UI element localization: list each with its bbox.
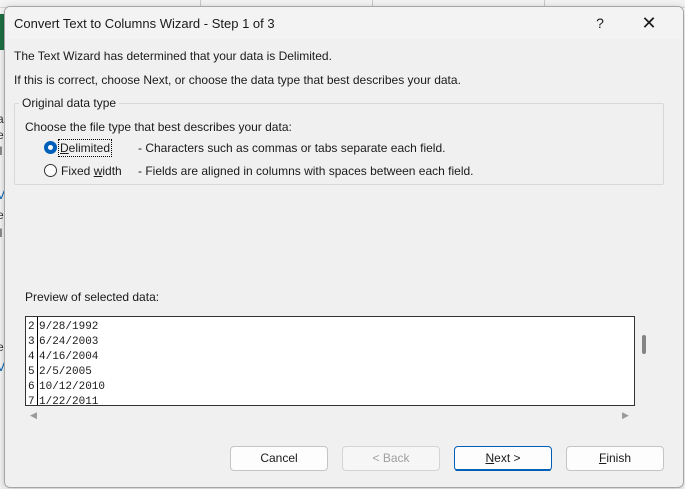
intro-instructions-text: If this is correct, choose Next, or choo… (14, 73, 461, 87)
preview-row-number: 4 (28, 351, 35, 363)
fixed-width-description: - Fields are aligned in columns with spa… (138, 164, 474, 178)
dialog-titlebar[interactable]: Convert Text to Columns Wizard - Step 1 … (5, 7, 683, 39)
preview-row-number: 7 (28, 396, 35, 406)
finish-button[interactable]: Finish (566, 446, 664, 471)
file-type-prompt: Choose the file type that best describes… (25, 120, 292, 134)
fixed-width-radio[interactable] (44, 164, 57, 177)
cancel-button[interactable]: Cancel (230, 446, 328, 471)
dialog-title: Convert Text to Columns Wizard - Step 1 … (14, 16, 275, 31)
delimited-radio-label[interactable]: Delimited (57, 139, 113, 157)
scroll-left-arrow-icon[interactable]: ◀ (30, 410, 37, 421)
preview-row-number: 5 (28, 366, 35, 378)
preview-cell: 4/16/2004 (39, 351, 99, 363)
preview-cell: 10/12/2010 (39, 381, 106, 393)
help-button[interactable]: ? (589, 13, 611, 33)
accelerator-key: N (485, 451, 495, 465)
preview-cell: 6/24/2003 (39, 336, 99, 348)
preview-cell: 2/5/2005 (39, 366, 92, 378)
preview-row-number: 2 (28, 321, 35, 333)
text-to-columns-dialog: Convert Text to Columns Wizard - Step 1 … (4, 6, 684, 488)
data-preview-pane[interactable]: 2 9/28/1992 3 6/24/2003 4 4/16/2004 5 2/5/20… (25, 316, 635, 406)
delimited-radio[interactable] (44, 141, 57, 154)
intro-detected-text: The Text Wizard has determined that your… (14, 49, 332, 63)
preview-cell: 9/28/1992 (39, 321, 99, 333)
fixed-width-radio-label[interactable]: Fixed width (61, 164, 122, 178)
original-data-type-legend: Original data type (19, 96, 120, 110)
preview-cell: 1/22/2011 (39, 396, 99, 406)
delimited-description: - Characters such as commas or tabs sepa… (138, 141, 446, 155)
scroll-right-arrow-icon[interactable]: ▶ (622, 410, 629, 421)
accelerator-key: D (60, 141, 69, 155)
next-button[interactable]: Next > (454, 446, 552, 471)
preview-row-number: 6 (28, 381, 35, 393)
close-button[interactable]: ✕ (635, 12, 663, 34)
preview-label: Preview of selected data: (25, 290, 160, 304)
back-button[interactable]: < Back (342, 446, 440, 471)
preview-vertical-scrollbar-thumb[interactable] (642, 335, 646, 354)
preview-row-number: 3 (28, 336, 35, 348)
